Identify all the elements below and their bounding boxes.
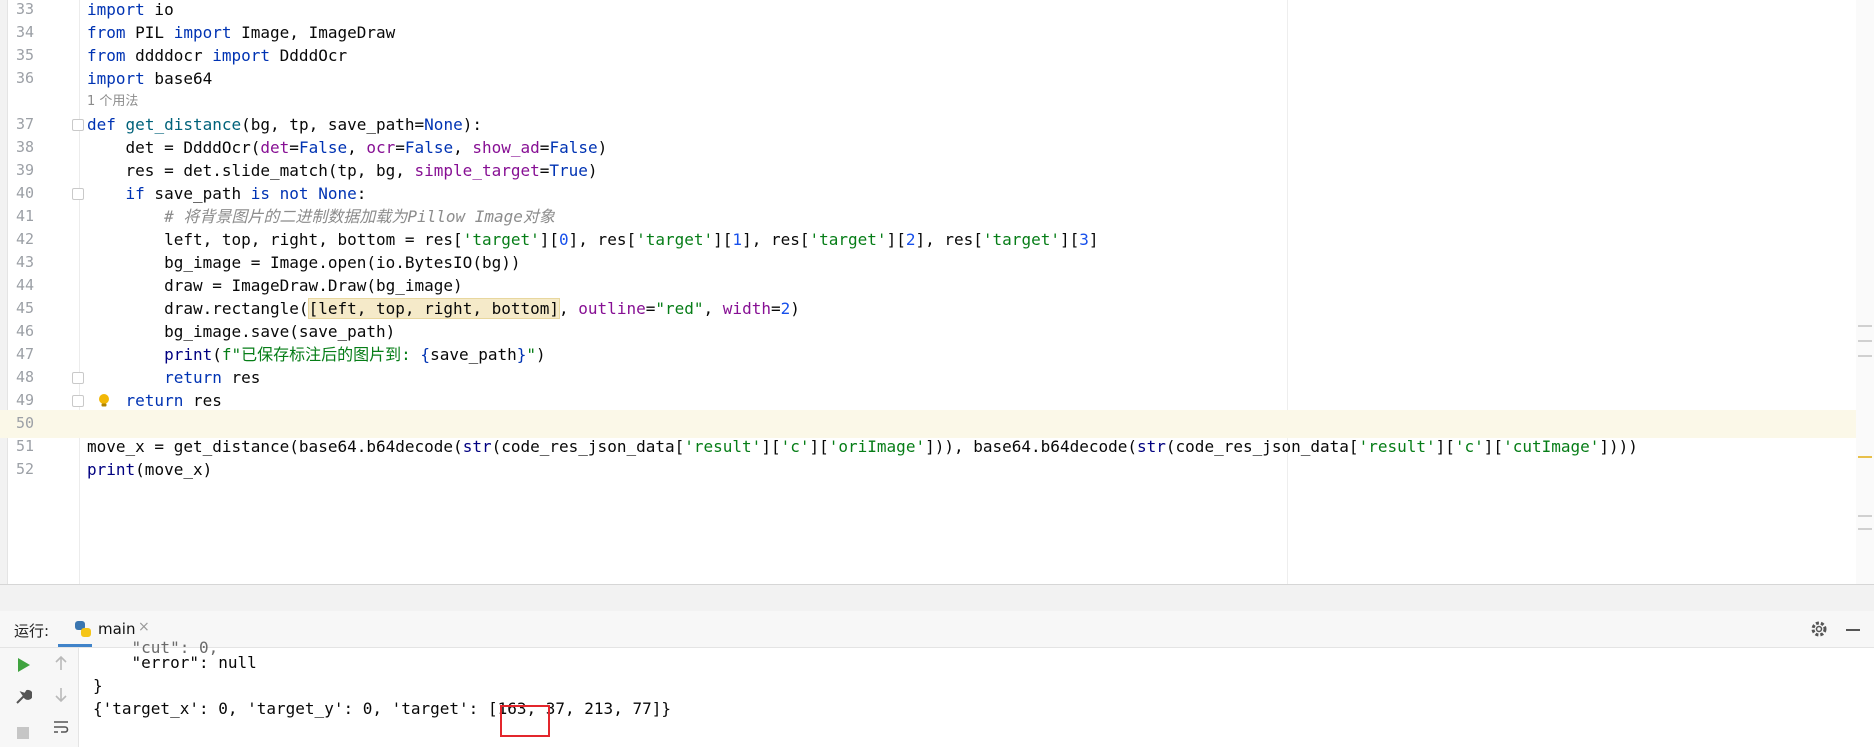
scroll-marker — [1858, 325, 1872, 327]
wrench-icon[interactable] — [14, 688, 32, 706]
console-output[interactable]: "cut": 0, "error": null } {'target_x': 0… — [79, 638, 1874, 747]
line-number: 52 — [15, 460, 34, 478]
fold-marker-icon[interactable] — [72, 395, 84, 407]
run-label: 运行: — [14, 622, 50, 640]
annotation-highlight-box — [500, 705, 550, 737]
fold-marker-icon[interactable] — [72, 372, 84, 384]
tab-main[interactable]: main × — [58, 611, 150, 647]
minimize-icon[interactable] — [1846, 629, 1860, 631]
fold-marker-icon[interactable] — [72, 119, 84, 131]
scroll-marker — [1858, 528, 1872, 530]
code-editor[interactable]: 33 import io 34 from PIL import Image, I… — [0, 0, 1874, 584]
gear-icon[interactable] — [1810, 620, 1828, 638]
highlighted-expression: [left, top, right, bottom] — [307, 298, 561, 319]
stop-icon[interactable] — [14, 724, 32, 742]
code-line-52[interactable]: 52 print(move_x) — [0, 456, 1856, 484]
arrow-down-icon[interactable] — [52, 686, 70, 704]
scroll-marker — [1858, 340, 1872, 342]
code-text: print(move_x) — [87, 460, 213, 479]
arrow-up-icon[interactable] — [52, 654, 70, 672]
scroll-marker — [1858, 355, 1872, 357]
run-tool-column — [0, 648, 45, 747]
play-icon[interactable] — [14, 656, 32, 674]
scroll-marker-warning — [1858, 456, 1872, 458]
console-result-line: {'target_x': 0, 'target_y': 0, 'target':… — [93, 699, 671, 718]
run-toolbar: 运行: main × — [0, 611, 1874, 648]
python-icon — [75, 621, 91, 637]
close-icon[interactable]: × — [138, 619, 150, 635]
fold-marker-icon[interactable] — [72, 188, 84, 200]
soft-wrap-icon[interactable] — [52, 718, 70, 736]
console-tool-column — [44, 648, 79, 747]
console-line: "error": null — [93, 653, 257, 672]
editor-scrollbar[interactable] — [1856, 0, 1874, 584]
scroll-marker — [1858, 515, 1872, 517]
panel-gap — [0, 585, 1874, 611]
